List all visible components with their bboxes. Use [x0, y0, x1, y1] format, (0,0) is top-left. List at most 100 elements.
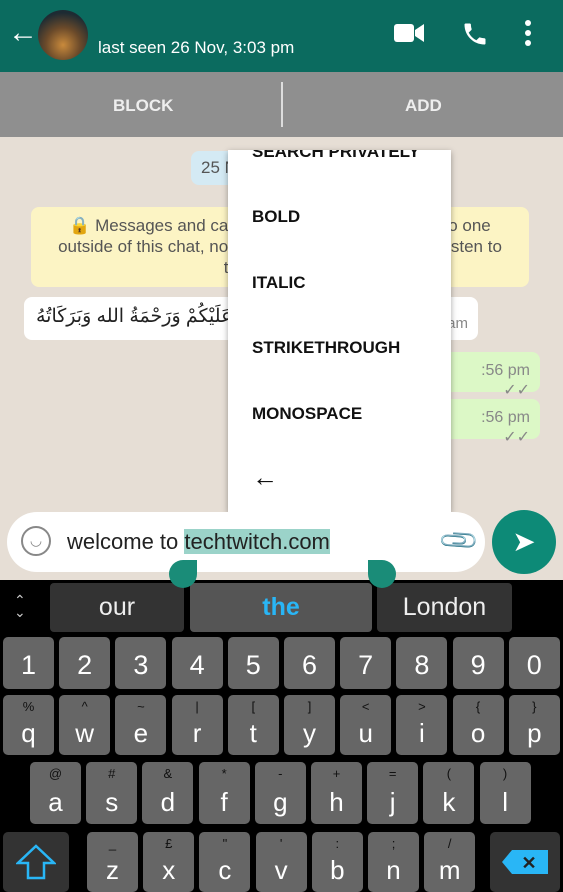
key-secondary: £: [165, 836, 173, 851]
back-arrow-icon[interactable]: ←: [8, 18, 38, 48]
key[interactable]: {o: [452, 695, 504, 755]
menu-item-search-privately[interactable]: SEARCH PRIVATELY: [252, 150, 420, 162]
emoji-icon[interactable]: ◡: [21, 526, 51, 556]
add-button[interactable]: ADD: [405, 96, 442, 116]
expand-suggestions-icon[interactable]: ⌃ ⌄: [14, 593, 26, 619]
key[interactable]: 5: [227, 637, 279, 689]
key-secondary: |: [195, 699, 199, 714]
phone-icon[interactable]: [461, 20, 489, 55]
key[interactable]: % q: [3, 695, 54, 755]
key-label: v: [274, 855, 288, 885]
menu-item-monospace[interactable]: MONOSPACE: [252, 404, 362, 424]
key-label: 1: [20, 650, 37, 680]
key[interactable]: 1: [3, 637, 54, 689]
key-secondary: >: [418, 699, 426, 714]
key[interactable]: (k: [423, 762, 475, 824]
selection-handle-end[interactable]: [368, 560, 396, 588]
key[interactable]: ~ e: [115, 695, 167, 755]
key[interactable]: £ x: [143, 832, 195, 892]
key-secondary: ): [502, 766, 508, 781]
key-label: u: [358, 718, 373, 748]
avatar[interactable]: [38, 10, 88, 60]
key-secondary: ": [222, 836, 228, 851]
key[interactable]: ; n: [368, 832, 419, 892]
back-arrow-icon[interactable]: ←: [252, 462, 278, 493]
key-label: o: [470, 718, 486, 748]
key[interactable]: 3: [115, 637, 167, 689]
menu-item-strikethrough[interactable]: STRIKETHROUGH: [252, 338, 400, 358]
key[interactable]: * f: [198, 762, 250, 824]
key[interactable]: ' v: [255, 832, 307, 892]
selected-text: techtwitch.com: [184, 529, 330, 554]
key[interactable]: 8: [396, 637, 448, 689]
key[interactable]: | r: [171, 695, 223, 755]
menu-item-bold[interactable]: BOLD: [252, 207, 300, 227]
key[interactable]: " c: [199, 832, 251, 892]
key[interactable]: ] y: [284, 695, 335, 755]
key[interactable]: 4: [171, 637, 223, 689]
key-label: h: [329, 787, 344, 817]
key-label: g: [273, 787, 288, 817]
message-input[interactable]: ◡ welcome to techtwitch.com 📎: [7, 512, 485, 572]
key-label: 6: [301, 650, 318, 680]
key-secondary: [: [251, 699, 256, 714]
key[interactable]: [t: [227, 695, 279, 755]
key-label: 9: [470, 650, 486, 680]
key-label: 8: [414, 650, 430, 680]
video-call-icon[interactable]: [394, 20, 424, 51]
divider: [281, 82, 283, 127]
key-secondary: <: [361, 699, 370, 714]
key[interactable]: ) l: [479, 762, 531, 824]
key[interactable]: < u: [340, 695, 392, 755]
backspace-key[interactable]: ✕: [490, 832, 560, 892]
key[interactable]: 9: [452, 637, 504, 689]
shift-key[interactable]: [3, 832, 69, 892]
send-button[interactable]: ➤: [492, 510, 556, 574]
menu-item-italic[interactable]: ITALIC: [252, 273, 306, 293]
key-secondary: -: [278, 766, 283, 781]
key[interactable]: -g: [254, 762, 306, 824]
key[interactable]: ^ w: [59, 695, 111, 755]
key[interactable]: 2: [59, 637, 111, 689]
key[interactable]: 0: [508, 637, 560, 689]
key-label: w: [75, 718, 95, 748]
key[interactable]: 7: [340, 637, 392, 689]
key[interactable]: / m: [424, 832, 476, 892]
block-button[interactable]: BLOCK: [113, 96, 173, 116]
key-secondary: /: [447, 836, 452, 851]
outgoing-message[interactable]: :56 pm ✓✓: [440, 352, 540, 399]
key-label: 3: [133, 650, 149, 680]
key[interactable]: & d: [142, 762, 194, 824]
attach-icon[interactable]: 📎: [437, 518, 482, 563]
key[interactable]: 6: [284, 637, 335, 689]
key-secondary: ~: [137, 699, 145, 714]
svg-text:✕: ✕: [521, 853, 536, 873]
key[interactable]: + h: [311, 762, 362, 824]
outgoing-message[interactable]: :56 pm ✓✓: [440, 399, 540, 446]
more-options-icon[interactable]: [524, 18, 532, 55]
selection-handle-start[interactable]: [169, 560, 197, 588]
key[interactable]: @ a: [30, 762, 81, 824]
key-secondary: ^: [81, 699, 88, 714]
key[interactable]: = j: [367, 762, 419, 824]
key-secondary: (: [446, 766, 452, 781]
key[interactable]: > i: [396, 695, 448, 755]
message-text[interactable]: welcome to techtwitch.com: [67, 529, 330, 555]
suggestion[interactable]: London: [377, 583, 512, 632]
action-bar: BLOCK ADD: [0, 72, 563, 137]
key-label: n: [386, 855, 401, 885]
suggestion[interactable]: our: [50, 583, 184, 632]
key-label: i: [419, 718, 425, 748]
key[interactable]: } p: [508, 695, 560, 755]
key-label: x: [162, 855, 176, 885]
key[interactable]: _ z: [87, 832, 138, 892]
key-label: m: [438, 855, 461, 885]
lock-icon: 🔒: [69, 216, 91, 235]
key-label: e: [133, 718, 149, 748]
key-label: 0: [526, 650, 542, 680]
key[interactable]: # s: [86, 762, 138, 824]
suggestion[interactable]: the: [190, 583, 372, 632]
key-secondary: =: [388, 766, 397, 781]
key-secondary: +: [332, 766, 341, 781]
key[interactable]: :b: [311, 832, 363, 892]
